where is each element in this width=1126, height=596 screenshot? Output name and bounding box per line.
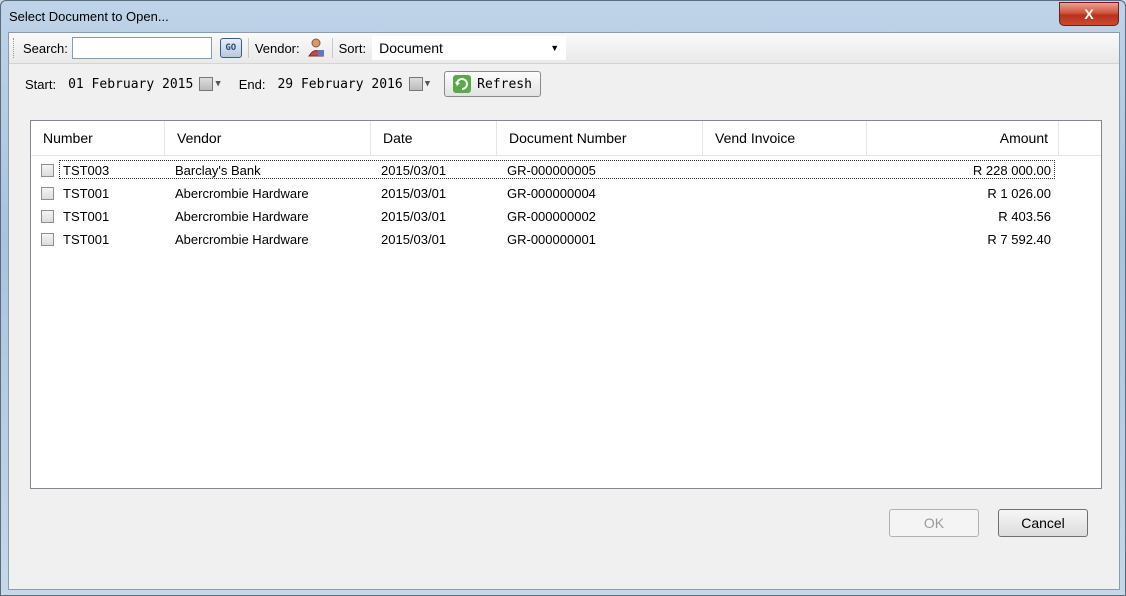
search-label: Search:: [23, 40, 68, 56]
row-checkbox[interactable]: [41, 187, 54, 200]
toolbar-grip[interactable]: [13, 38, 17, 58]
start-date-field[interactable]: 01 February 2015 ▼: [68, 77, 221, 92]
close-icon: X: [1084, 6, 1094, 22]
cell-amount: R 7 592.40: [987, 232, 1051, 247]
cell-amount: R 228 000.00: [972, 163, 1051, 178]
start-date-value: 01 February 2015: [68, 76, 194, 92]
cell-date: 2015/03/01: [381, 186, 447, 201]
cell-vendor: Abercrombie Hardware: [175, 186, 309, 201]
calendar-icon: [199, 77, 214, 91]
chevron-down-icon: ▼: [424, 79, 431, 89]
title-bar[interactable]: Select Document to Open... X: [1, 1, 1125, 33]
toolbar-separator: [247, 38, 249, 58]
cell-vendor: Barclay's Bank: [175, 163, 261, 178]
sort-label: Sort:: [338, 40, 367, 56]
cell-date: 2015/03/01: [381, 209, 447, 224]
column-header-vendor[interactable]: Vendor: [165, 121, 371, 155]
table-row[interactable]: TST001 Abercrombie Hardware 2015/03/01 G…: [31, 205, 1101, 228]
date-toolbar: Start: 01 February 2015 ▼ End: 29 Februa…: [9, 64, 1119, 104]
table-row[interactable]: TST001 Abercrombie Hardware 2015/03/01 G…: [31, 182, 1101, 205]
vendor-label: Vendor:: [254, 40, 300, 56]
cell-document-number: GR-000000005: [507, 163, 596, 178]
close-button[interactable]: X: [1059, 2, 1119, 26]
ok-button[interactable]: OK: [889, 509, 979, 537]
column-header-number[interactable]: Number: [31, 121, 165, 155]
row-checkbox[interactable]: [41, 233, 54, 246]
refresh-label: Refresh: [477, 76, 532, 92]
cell-date: 2015/03/01: [381, 163, 447, 178]
dialog-window: Select Document to Open... X Search: GO …: [0, 0, 1126, 596]
column-header-date[interactable]: Date: [371, 121, 497, 155]
cancel-button[interactable]: Cancel: [998, 509, 1088, 537]
chevron-down-icon: ▼: [550, 43, 560, 53]
cell-number: TST003: [63, 163, 110, 178]
table-row[interactable]: TST001 Abercrombie Hardware 2015/03/01 G…: [31, 228, 1101, 251]
go-button[interactable]: GO: [219, 38, 242, 58]
column-header-amount[interactable]: Amount: [867, 121, 1059, 155]
cell-number: TST001: [63, 186, 110, 201]
search-toolbar: Search: GO Vendor: Sort: Document ▼: [9, 33, 1119, 64]
cell-amount: R 1 026.00: [987, 186, 1051, 201]
calendar-icon: [408, 77, 423, 91]
cell-document-number: GR-000000001: [507, 232, 596, 247]
start-label: Start:: [25, 76, 57, 92]
documents-list[interactable]: Number Vendor Date Document Number Vend …: [30, 120, 1102, 489]
column-header-document-number[interactable]: Document Number: [497, 121, 703, 155]
end-date-value: 29 February 2016: [277, 76, 403, 92]
cell-vendor: Abercrombie Hardware: [175, 209, 309, 224]
search-input[interactable]: [71, 37, 212, 59]
toolbar-separator: [331, 38, 333, 58]
list-rows: TST003 Barclay's Bank 2015/03/01 GR-0000…: [31, 159, 1101, 251]
refresh-button[interactable]: Refresh: [444, 71, 541, 97]
cell-number: TST001: [63, 209, 110, 224]
sort-value: Document: [379, 40, 443, 56]
start-calendar-button[interactable]: ▼: [199, 77, 221, 91]
ok-button-label: OK: [923, 515, 945, 531]
row-checkbox[interactable]: [41, 164, 54, 177]
cell-amount: R 403.56: [998, 209, 1051, 224]
cell-date: 2015/03/01: [381, 232, 447, 247]
cell-document-number: GR-000000002: [507, 209, 596, 224]
refresh-icon: [453, 75, 472, 93]
column-header-vend-invoice[interactable]: Vend Invoice: [703, 121, 867, 155]
sort-dropdown[interactable]: Document ▼: [372, 36, 567, 60]
cell-document-number: GR-000000004: [507, 186, 596, 201]
chevron-down-icon: ▼: [215, 79, 221, 89]
cell-number: TST001: [63, 232, 110, 247]
cancel-button-label: Cancel: [1021, 515, 1065, 531]
table-row[interactable]: TST003 Barclay's Bank 2015/03/01 GR-0000…: [31, 159, 1101, 182]
go-button-label: GO: [225, 43, 237, 53]
list-header: Number Vendor Date Document Number Vend …: [31, 121, 1101, 156]
end-date-field[interactable]: 29 February 2016 ▼: [277, 77, 430, 92]
cell-vendor: Abercrombie Hardware: [175, 232, 309, 247]
end-calendar-button[interactable]: ▼: [408, 77, 431, 91]
end-label: End:: [238, 76, 266, 92]
vendor-picker-icon[interactable]: [306, 38, 326, 58]
row-checkbox[interactable]: [41, 210, 54, 223]
window-title: Select Document to Open...: [9, 9, 169, 24]
